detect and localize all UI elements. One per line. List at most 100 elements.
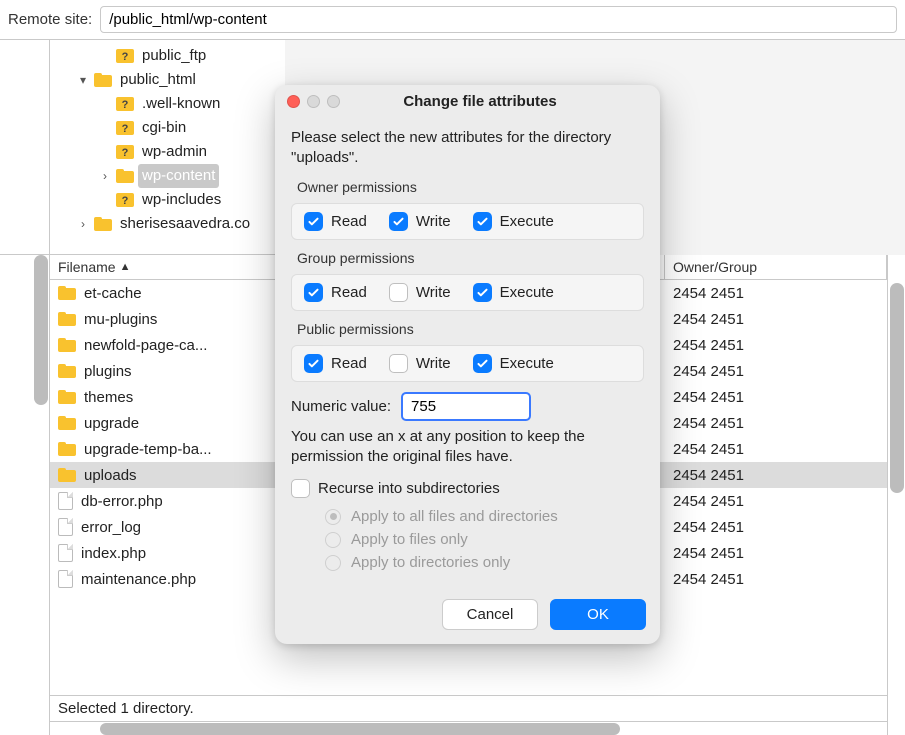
chevron-right-icon[interactable]: ›: [76, 212, 90, 236]
zoom-window-icon: [327, 95, 340, 108]
read-checkbox[interactable]: Read: [304, 212, 367, 231]
recurse-radio-option: Apply to files only: [325, 531, 644, 548]
permission-group: Group permissions Read Write Execute: [291, 250, 644, 311]
owner-group-cell: 2454 2451: [665, 467, 887, 484]
folder-unknown-icon: [116, 145, 134, 159]
permission-group-title: Owner permissions: [297, 179, 644, 195]
write-checkbox[interactable]: Write: [389, 354, 451, 373]
file-name: error_log: [81, 519, 141, 536]
execute-checkbox[interactable]: Execute: [473, 212, 554, 231]
tree-item[interactable]: public_ftp: [54, 44, 285, 68]
column-filename-label: Filename: [58, 259, 116, 275]
tree-item-label: public_ftp: [138, 44, 210, 68]
tree-item[interactable]: ›wp-content: [54, 164, 285, 188]
owner-group-cell: 2454 2451: [665, 311, 887, 328]
window-controls: [287, 95, 340, 108]
checkbox-label: Read: [331, 355, 367, 372]
folder-icon: [116, 169, 134, 183]
recurse-checkbox[interactable]: Recurse into subdirectories: [291, 479, 500, 498]
checkbox-label: Write: [416, 355, 451, 372]
chevron-down-icon[interactable]: ▾: [76, 68, 90, 92]
tree-item-label: wp-includes: [138, 188, 225, 212]
tree-item[interactable]: ▾public_html: [54, 68, 285, 92]
remote-site-bar: Remote site:: [0, 0, 905, 40]
recurse-radio-option: Apply to all files and directories: [325, 508, 644, 525]
scrollbar-thumb[interactable]: [890, 283, 904, 493]
owner-group-cell: 2454 2451: [665, 389, 887, 406]
close-window-icon[interactable]: [287, 95, 300, 108]
file-name: upgrade-temp-ba...: [84, 441, 212, 458]
checkbox-icon: [473, 283, 492, 302]
folder-icon: [58, 442, 76, 456]
tree-item[interactable]: cgi-bin: [54, 116, 285, 140]
execute-checkbox[interactable]: Execute: [473, 354, 554, 373]
owner-group-cell: 2454 2451: [665, 545, 887, 562]
folder-icon: [58, 390, 76, 404]
ok-button[interactable]: OK: [550, 599, 646, 630]
permission-group-title: Group permissions: [297, 250, 644, 266]
chevron-right-icon[interactable]: ›: [98, 164, 112, 188]
tree-item[interactable]: .well-known: [54, 92, 285, 116]
radio-label: Apply to all files and directories: [351, 508, 558, 525]
checkbox-icon: [304, 212, 323, 231]
cancel-button[interactable]: Cancel: [442, 599, 538, 630]
sort-ascending-icon: ▲: [120, 261, 131, 273]
owner-group-cell: 2454 2451: [665, 441, 887, 458]
recurse-radio-option: Apply to directories only: [325, 554, 644, 571]
dialog-titlebar[interactable]: Change file attributes: [275, 85, 660, 118]
checkbox-label: Read: [331, 284, 367, 301]
file-icon: [58, 570, 73, 588]
folder-icon: [58, 312, 76, 326]
column-owner-group[interactable]: Owner/Group: [665, 255, 887, 279]
folder-unknown-icon: [116, 121, 134, 135]
owner-group-cell: 2454 2451: [665, 363, 887, 380]
write-checkbox[interactable]: Write: [389, 283, 451, 302]
radio-icon: [325, 509, 341, 525]
remote-tree-pane: public_ftp▾public_html.well-knowncgi-bin…: [50, 40, 285, 255]
tree-item-label: .well-known: [138, 92, 224, 116]
numeric-value-input[interactable]: [401, 392, 531, 421]
folder-icon: [58, 338, 76, 352]
radio-label: Apply to directories only: [351, 554, 510, 571]
checkbox-icon: [389, 212, 408, 231]
tree-scrollbar-vertical[interactable]: [0, 255, 50, 735]
tree-item[interactable]: ›sherisesaavedra.co: [54, 212, 285, 236]
folder-icon: [94, 217, 112, 231]
checkbox-label: Write: [416, 213, 451, 230]
recurse-checkbox-label: Recurse into subdirectories: [318, 480, 500, 497]
owner-group-cell: 2454 2451: [665, 337, 887, 354]
file-name: db-error.php: [81, 493, 163, 510]
checkbox-label: Write: [416, 284, 451, 301]
file-list-scrollbar-vertical[interactable]: [887, 255, 905, 735]
tree-left-gutter: [0, 40, 50, 255]
selection-status: Selected 1 directory.: [50, 695, 887, 721]
folder-icon: [94, 73, 112, 87]
read-checkbox[interactable]: Read: [304, 283, 367, 302]
permission-group: Public permissionsReadWriteExecute: [291, 321, 644, 382]
scrollbar-thumb[interactable]: [100, 723, 620, 735]
checkbox-icon: [473, 212, 492, 231]
execute-checkbox[interactable]: Execute: [473, 283, 554, 302]
remote-tree[interactable]: public_ftp▾public_html.well-knowncgi-bin…: [54, 44, 285, 236]
folder-unknown-icon: [116, 49, 134, 63]
read-checkbox[interactable]: Read: [304, 354, 367, 373]
file-list-scrollbar-horizontal[interactable]: [50, 721, 887, 735]
folder-unknown-icon: [116, 193, 134, 207]
file-icon: [58, 518, 73, 536]
file-name: et-cache: [84, 285, 142, 302]
write-checkbox[interactable]: Write: [389, 212, 451, 231]
scrollbar-thumb[interactable]: [34, 255, 48, 405]
dialog-instructions: Please select the new attributes for the…: [291, 128, 644, 169]
tree-item[interactable]: wp-admin: [54, 140, 285, 164]
numeric-value-note: You can use an x at any position to keep…: [291, 427, 644, 468]
file-name: themes: [84, 389, 133, 406]
checkbox-icon: [473, 354, 492, 373]
folder-icon: [58, 416, 76, 430]
folder-icon: [58, 286, 76, 300]
radio-icon: [325, 532, 341, 548]
owner-group-cell: 2454 2451: [665, 571, 887, 588]
tree-item[interactable]: wp-includes: [54, 188, 285, 212]
radio-icon: [325, 555, 341, 571]
remote-site-path-input[interactable]: [100, 6, 897, 33]
change-file-attributes-dialog: Change file attributes Please select the…: [275, 85, 660, 644]
